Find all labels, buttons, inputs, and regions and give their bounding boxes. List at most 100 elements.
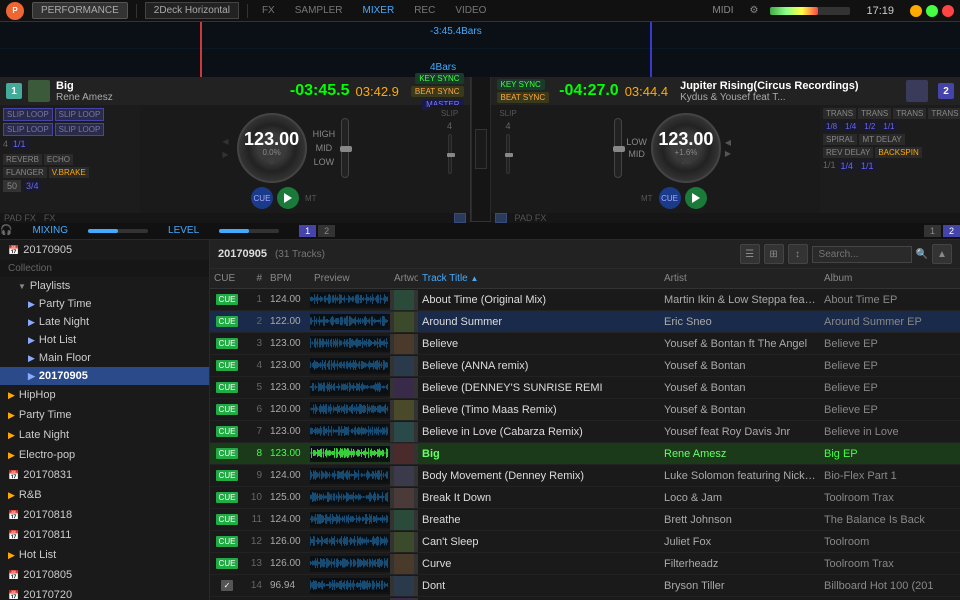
sidebar-20170720[interactable]: 📅 20170720 [0,585,209,600]
mixing-slider[interactable] [88,229,148,233]
sidebar-hot-list-folder[interactable]: ▶ Hot List [0,545,209,565]
loop-size-value[interactable]: 1/1 [10,138,29,150]
mt-delay-btn[interactable]: MT DELAY [859,134,904,145]
deck2-nav-prev[interactable]: ◀ [725,138,731,147]
cue-tag[interactable]: CUE [216,294,239,305]
cue-tag[interactable]: CUE [216,514,239,525]
deck-sel-4[interactable]: 2 [943,225,960,237]
master-volume[interactable] [770,7,850,15]
sort-btn[interactable]: ↕ [788,244,808,264]
table-row[interactable]: CUE 9 124.00 Body Movement (Denney Remix… [210,465,960,487]
slip-loop-btn3[interactable]: SLIP LOOP [3,123,53,136]
echo-btn[interactable]: ECHO [44,154,73,165]
table-row[interactable]: CUE 11 124.00 Breathe Brett Johnson The … [210,509,960,531]
loop-50-btn[interactable]: 50 [3,180,21,192]
table-row[interactable]: CUE 4 123.00 Believe (ANNA remix) Yousef… [210,355,960,377]
deck1-pitch-slider[interactable] [341,118,349,178]
flanger-btn[interactable]: FLANGER [3,167,47,178]
search-icon[interactable]: 🔍 [916,249,928,260]
track-preview-wave[interactable] [310,424,390,440]
sidebar-main-floor[interactable]: ▶ Main Floor [0,349,209,367]
cue-tag[interactable]: CUE [216,360,239,371]
loop-14[interactable]: 1/4 [842,121,859,132]
cue-cell[interactable]: CUE [210,470,244,481]
table-row[interactable]: CUE 6 120.00 Believe (Timo Maas Remix) Y… [210,399,960,421]
table-row[interactable]: CUE 13 126.00 Curve Filterheadz Toolroom… [210,553,960,575]
deck2-cue-button[interactable]: CUE [659,187,681,209]
settings-icon[interactable]: ⚙ [746,5,763,16]
deck-sel-2[interactable]: 2 [318,225,335,237]
table-row[interactable]: CUE 5 123.00 Believe (DENNEY'S SUNRISE R… [210,377,960,399]
close-button[interactable] [942,5,954,17]
sidebar-randb[interactable]: ▶ R&B [0,485,209,505]
trans-btn1[interactable]: TRANS [823,108,856,119]
deck1-platter[interactable]: 123.00 0.0% 0 [237,113,307,183]
cue-cell[interactable]: CUE [210,338,244,349]
vbrake-btn[interactable]: V.BRAKE [49,167,89,178]
sidebar-20170905-playlist[interactable]: ▶ 20170905 [0,367,209,385]
cue-tag[interactable]: CUE [216,316,239,327]
slip-loop-btn2[interactable]: SLIP LOOP [55,108,105,121]
sidebar-party-time[interactable]: ▶ Party Time [0,295,209,313]
loop-14-b[interactable]: 1/4 [838,160,857,172]
cue-cell[interactable]: CUE [210,558,244,569]
cue-tag[interactable]: CUE [216,382,239,393]
col-header-preview[interactable]: Preview [310,271,390,286]
loop-11-b[interactable]: 1/1 [858,160,877,172]
cue-tag[interactable]: CUE [216,492,239,503]
col-header-num[interactable]: # [244,271,266,286]
deck1-play-button[interactable] [277,187,299,209]
track-preview-wave[interactable] [310,446,390,462]
slip-loop-btn1[interactable]: SLIP LOOP [3,108,53,121]
mixing-toggle[interactable]: MIXING [32,225,68,236]
table-row[interactable]: CUE 2 122.00 Around Summer Eric Sneo Aro… [210,311,960,333]
cue-cell[interactable]: CUE [210,536,244,547]
spiral-btn[interactable]: SPIRAL [823,134,857,145]
col-header-artwork[interactable]: Artwork [390,271,418,286]
track-preview-wave[interactable] [310,534,390,550]
performance-button[interactable]: PERFORMANCE [32,2,128,19]
track-preview-wave[interactable] [310,358,390,374]
track-preview-wave[interactable] [310,578,390,594]
sidebar-20170831[interactable]: 📅 20170831 [0,465,209,485]
sidebar-hiphop[interactable]: ▶ HipHop [0,385,209,405]
reverb-btn[interactable]: REVERB [3,154,42,165]
sidebar-late-night-folder[interactable]: ▶ Late Night [0,425,209,445]
loop-34-btn[interactable]: 3/4 [23,180,42,192]
deck2-play-button[interactable] [685,187,707,209]
deck2-key-sync[interactable]: KEY SYNC [497,79,545,90]
cue-cell[interactable]: CUE [210,404,244,415]
track-preview-wave[interactable] [310,292,390,308]
sidebar-electro-pop[interactable]: ▶ Electro-pop [0,445,209,465]
level-toggle[interactable]: LEVEL [168,225,199,236]
sidebar-item-20170905[interactable]: 📅 20170905 [0,240,209,260]
minimize-button[interactable] [910,5,922,17]
track-preview-wave[interactable] [310,468,390,484]
cue-tag[interactable]: CUE [216,338,239,349]
overview-waveform[interactable]: for(let i=0;i<470;i++){ const h = 4+Math… [0,22,960,77]
cue-cell[interactable]: CUE [210,360,244,371]
cue-cell[interactable]: CUE [210,514,244,525]
rec-toggle[interactable]: REC [408,5,441,16]
deck2-volume-fader[interactable] [506,134,510,174]
deck-layout-select[interactable]: 2Deck Horizontal [145,2,239,19]
track-preview-wave[interactable] [310,336,390,352]
cue-cell[interactable]: CUE [210,448,244,459]
slip-loop-btn4[interactable]: SLIP LOOP [55,123,105,136]
deck1-volume-fader[interactable] [448,134,452,174]
track-preview-wave[interactable] [310,512,390,528]
deck-sel-1[interactable]: 1 [299,225,316,237]
deck2-platter[interactable]: 123.00 +1.6% 20 [651,113,721,183]
video-toggle[interactable]: VIDEO [449,5,492,16]
cue-cell[interactable]: ✓ [210,580,244,591]
loop-11[interactable]: 1/1 [880,121,897,132]
rev-delay-btn[interactable]: REV DELAY [823,147,873,158]
trans-btn2[interactable]: TRANS [858,108,891,119]
col-header-artist[interactable]: Artist [660,271,820,286]
backspin-btn[interactable]: BACKSPIN [875,147,921,158]
sampler-toggle[interactable]: SAMPLER [289,5,349,16]
midi-button[interactable]: MIDI [708,5,737,16]
cue-cell[interactable]: CUE [210,382,244,393]
track-preview-wave[interactable] [310,490,390,506]
sidebar-20170805[interactable]: 📅 20170805 [0,565,209,585]
